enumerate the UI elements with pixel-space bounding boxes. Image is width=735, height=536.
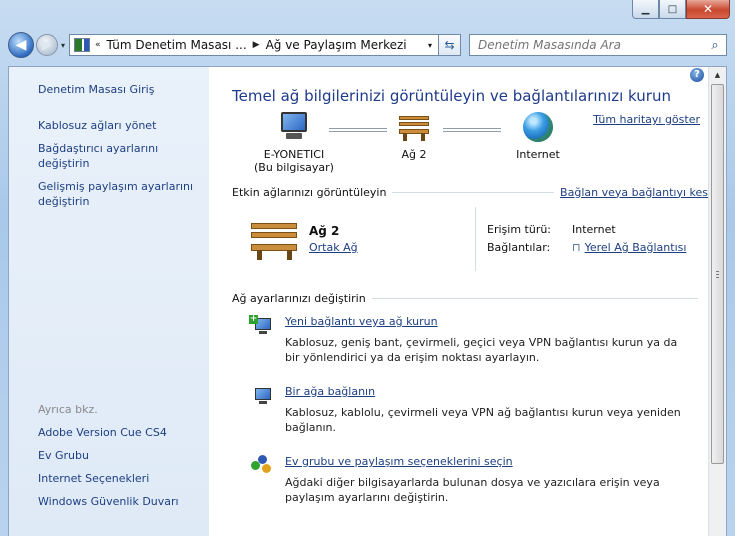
left-pane: Denetim Masası Giriş Kablosuz ağları yön… — [9, 67, 209, 536]
access-type-label: Erişim türü: — [487, 223, 552, 236]
help-icon[interactable]: ? — [690, 68, 704, 82]
control-panel-home-link[interactable]: Denetim Masası Giriş — [38, 82, 154, 97]
see-also-item[interactable]: Ev Grubu — [38, 448, 208, 463]
task-link[interactable]: Bir ağa bağlanın — [285, 385, 375, 398]
computer-subtitle: (Bu bilgisayar) — [254, 161, 334, 174]
search-box[interactable]: ⌕ — [469, 34, 727, 56]
public-network-bench-icon — [249, 219, 301, 261]
manage-wireless-link[interactable]: Kablosuz ağları yönet — [38, 118, 208, 133]
search-input[interactable] — [470, 38, 704, 52]
main-pane: ? Temel ağ bilgilerinizi görüntüleyin ve… — [209, 67, 708, 536]
breadcrumb-separator[interactable]: ▶ — [251, 40, 262, 50]
map-node-internet[interactable]: Internet — [503, 112, 573, 161]
homegroup-icon — [249, 455, 273, 477]
new-connection-icon: + — [249, 315, 273, 337]
connect-disconnect-link[interactable]: Bağlan veya bağlantıyı kes — [554, 186, 708, 199]
network-map: E-YONETICI (Bu bilgisayar) Ağ 2 Internet — [249, 112, 560, 182]
task-link[interactable]: Yeni bağlantı veya ağ kurun — [285, 315, 438, 328]
navigation-bar: ◀ ▶ ▾ « Tüm Denetim Masası ... ▶ Ağ ve P… — [8, 30, 727, 60]
see-also-section: Ayrıca bkz. Adobe Version Cue CS4 Ev Gru… — [38, 403, 208, 517]
refresh-icon: ⇆ — [444, 38, 455, 52]
divider — [392, 191, 555, 193]
connect-network-icon — [249, 385, 273, 407]
network-type-link[interactable]: Ortak Ağ — [309, 241, 358, 254]
divider — [371, 297, 698, 299]
map-node-computer[interactable]: E-YONETICI (Bu bilgisayar) — [249, 112, 339, 174]
task-link[interactable]: Ev grubu ve paylaşım seçeneklerini seçin — [285, 455, 513, 468]
active-networks-header: Etkin ağlarınızı görüntüleyin Bağlan vey… — [232, 185, 708, 199]
computer-name: E-YONETICI — [263, 148, 325, 161]
internet-label: Internet — [516, 148, 560, 161]
caption-buttons: ▁ □ ✕ — [632, 0, 730, 21]
map-node-network[interactable]: Ağ 2 — [389, 112, 439, 161]
back-arrow-icon: ◀ — [15, 37, 27, 53]
map-link — [443, 128, 501, 132]
network-name: Ağ 2 — [309, 224, 340, 238]
breadcrumb-overflow[interactable]: « — [93, 40, 103, 50]
task-description: Ağdaki diğer bilgisayarlarda bulunan dos… — [285, 476, 660, 504]
address-dropdown[interactable]: ▾ — [422, 41, 438, 50]
forward-button[interactable]: ▶ — [36, 34, 58, 56]
see-also-item[interactable]: Internet Seçenekleri — [38, 471, 208, 486]
back-button[interactable]: ◀ — [8, 32, 34, 58]
content-area: Denetim Masası Giriş Kablosuz ağları yön… — [8, 66, 727, 536]
see-also-item[interactable]: Adobe Version Cue CS4 — [38, 425, 208, 440]
page-title: Temel ağ bilgilerinizi görüntüleyin ve b… — [232, 87, 671, 105]
magnifier-icon[interactable]: ⌕ — [704, 38, 726, 53]
see-also-item[interactable]: Windows Güvenlik Duvarı — [38, 494, 208, 509]
sidebar-tasks: Kablosuz ağları yönet Bağdaştırıcı ayarl… — [38, 118, 208, 217]
task-description: Kablosuz, geniş bant, çevirmeli, geçici … — [285, 336, 678, 364]
computer-icon — [277, 112, 311, 142]
network-label: Ağ 2 — [401, 148, 427, 161]
section-label: Ağ ayarlarınızı değiştirin — [232, 291, 366, 305]
connections-label: Bağlantılar: — [487, 241, 551, 254]
refresh-button[interactable]: ⇆ — [439, 34, 462, 56]
breadcrumb-all-control-panel[interactable]: Tüm Denetim Masası ... — [103, 38, 251, 52]
maximize-button[interactable]: □ — [659, 0, 686, 19]
scroll-up-arrow[interactable]: ▲ — [709, 67, 726, 84]
active-network: Ağ 2 Ortak Ağ — [249, 217, 449, 267]
public-network-bench-icon — [397, 112, 431, 142]
address-bar[interactable]: « Tüm Denetim Masası ... ▶ Ağ ve Paylaşı… — [69, 34, 440, 56]
forward-arrow-icon: ▶ — [41, 37, 53, 53]
task-description: Kablosuz, kablolu, çevirmeli veya VPN ağ… — [285, 406, 681, 434]
divider — [475, 207, 476, 271]
section-label: Etkin ağlarınızı görüntüleyin — [232, 185, 387, 199]
adapter-settings-link[interactable]: Bağdaştırıcı ayarlarını değiştirin — [38, 141, 208, 171]
control-panel-icon — [74, 38, 91, 52]
see-full-map-link[interactable]: Tüm haritayı göster — [593, 113, 700, 126]
recent-pages-dropdown[interactable]: ▾ — [61, 41, 65, 50]
vertical-scrollbar[interactable]: ▲ — [708, 67, 726, 536]
internet-globe-icon — [521, 112, 555, 142]
scroll-thumb[interactable] — [711, 84, 724, 464]
close-button[interactable]: ✕ — [686, 0, 730, 19]
access-type-value: Internet — [572, 223, 616, 236]
breadcrumb-network-center[interactable]: Ağ ve Paylaşım Merkezi — [262, 38, 411, 52]
minimize-button[interactable]: ▁ — [632, 0, 659, 19]
map-link — [329, 128, 387, 132]
ethernet-plug-icon: ⊓ — [572, 241, 581, 254]
change-settings-header: Ağ ayarlarınızı değiştirin — [232, 291, 698, 305]
local-area-connection-link[interactable]: Yerel Ağ Bağlantısı — [585, 241, 687, 254]
see-also-header: Ayrıca bkz. — [38, 403, 98, 416]
advanced-sharing-link[interactable]: Gelişmiş paylaşım ayarlarını değiştirin — [38, 179, 208, 209]
window-frame: ▁ □ ✕ ◀ ▶ ▾ « Tüm Denetim Masası ... ▶ A… — [0, 0, 735, 536]
network-access-info: Erişim türü: Internet Bağlantılar: ⊓ Yerel … — [487, 221, 686, 257]
